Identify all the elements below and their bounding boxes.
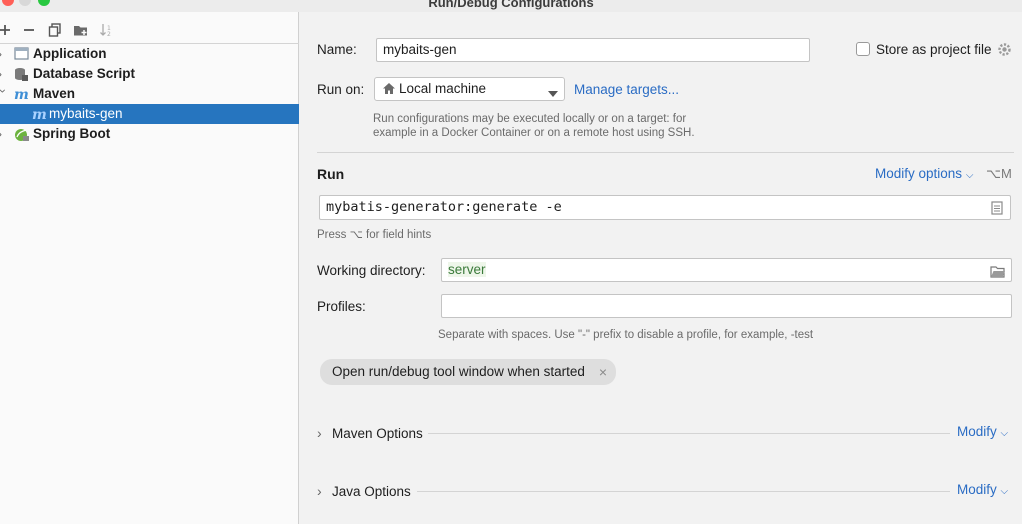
spring-boot-icon	[14, 127, 29, 141]
modify-label: Modify	[957, 482, 997, 497]
run-on-hint-line-1: Run configurations may be executed local…	[373, 113, 687, 125]
title-bar: Run/Debug Configurations	[0, 0, 1022, 12]
application-icon	[14, 47, 29, 61]
tree-item-label: Application	[33, 46, 107, 61]
profiles-field[interactable]	[441, 294, 1012, 318]
maven-icon: m	[14, 87, 29, 103]
run-section-title: Run	[317, 166, 345, 182]
chevron-right-icon[interactable]: ›	[0, 124, 8, 144]
name-label: Name:	[317, 42, 357, 57]
chevron-down-icon: ⌵	[1000, 486, 1009, 497]
store-as-project-file-label: Store as project file	[876, 42, 992, 57]
chevron-right-icon[interactable]: ›	[0, 64, 8, 84]
copy-icon[interactable]	[46, 20, 64, 40]
new-folder-icon[interactable]	[72, 20, 90, 40]
java-options-modify-link[interactable]: Modify ⌵	[957, 482, 1008, 497]
modify-label: Modify	[957, 424, 997, 439]
section-divider	[428, 433, 950, 434]
svg-text:2: 2	[107, 31, 111, 38]
tree-item-label: Maven	[33, 86, 76, 101]
run-on-hint-line-2: example in a Docker Container or on a re…	[373, 127, 695, 139]
run-on-label: Run on:	[317, 82, 365, 97]
modify-options-label: Modify options	[875, 166, 963, 181]
java-options-label: Java Options	[332, 484, 411, 499]
tree-item-maven[interactable]: › m Maven	[0, 84, 299, 104]
tree-item-spring-boot[interactable]: › Spring Boot	[0, 124, 299, 144]
profiles-label: Profiles:	[317, 299, 366, 314]
modify-options-link[interactable]: Modify options ⌵	[875, 166, 973, 181]
working-directory-label: Working directory:	[317, 263, 426, 278]
maven-icon: m	[32, 107, 47, 123]
home-icon	[382, 82, 396, 98]
tree-toolbar: 12	[0, 20, 299, 42]
maven-options-modify-link[interactable]: Modify ⌵	[957, 424, 1008, 439]
expand-field-icon[interactable]	[991, 200, 1003, 222]
chevron-right-icon: ›	[317, 425, 322, 441]
section-divider	[417, 491, 950, 492]
sort-icon[interactable]: 12	[98, 20, 116, 40]
window-title: Run/Debug Configurations	[428, 0, 594, 10]
configuration-form: Name: mybaits-gen Store as project file …	[300, 12, 1022, 524]
run-on-value: Local machine	[399, 81, 487, 96]
field-hints-text: Press ⌥ for field hints	[317, 229, 432, 241]
tree-item-label: Database Script	[33, 66, 136, 81]
chevron-right-icon: ›	[317, 483, 322, 499]
chevron-right-icon[interactable]: ›	[0, 44, 8, 64]
chevron-down-icon: ⌵	[965, 170, 974, 181]
configurations-panel: 12 › Application › Database Script › m M…	[0, 12, 299, 524]
plus-icon[interactable]	[0, 20, 14, 40]
tree-item-database-script[interactable]: › Database Script	[0, 64, 299, 84]
close-icon[interactable]: ×	[599, 359, 607, 385]
tool-window-option-label: Open run/debug tool window when started	[332, 364, 585, 379]
manage-targets-link[interactable]: Manage targets...	[574, 82, 679, 97]
maven-options-label: Maven Options	[332, 426, 423, 441]
folder-icon[interactable]	[990, 263, 1005, 285]
tree-item-application[interactable]: › Application	[0, 44, 299, 64]
svg-text:m: m	[32, 107, 47, 121]
gear-icon[interactable]	[997, 42, 1012, 60]
database-script-icon	[14, 67, 29, 81]
working-directory-field[interactable]: server	[441, 258, 1012, 282]
run-on-dropdown[interactable]: Local machine	[374, 77, 565, 101]
tree-item-label: mybaits-gen	[49, 106, 123, 121]
name-field[interactable]: mybaits-gen	[376, 38, 810, 62]
chevron-down-icon: ⌵	[1000, 428, 1009, 439]
tree-item-mybaits-gen[interactable]: m mybaits-gen	[0, 104, 299, 124]
chevron-down-icon[interactable]: ›	[0, 89, 13, 99]
store-as-project-file-checkbox[interactable]	[856, 42, 870, 56]
chevron-down-icon	[548, 86, 558, 101]
tool-window-option-chip[interactable]: Open run/debug tool window when started …	[320, 359, 616, 385]
minus-icon[interactable]	[20, 20, 38, 40]
profiles-hint: Separate with spaces. Use "-" prefix to …	[438, 329, 814, 341]
tree-item-label: Spring Boot	[33, 126, 111, 141]
modify-options-shortcut: ⌥M	[986, 166, 1012, 181]
command-line-field[interactable]: mybatis-generator:generate -e	[319, 195, 1011, 220]
working-directory-value: server	[448, 262, 486, 277]
section-divider	[317, 152, 1014, 153]
command-line-value: mybatis-generator:generate -e	[326, 199, 562, 215]
svg-text:m: m	[14, 87, 29, 101]
